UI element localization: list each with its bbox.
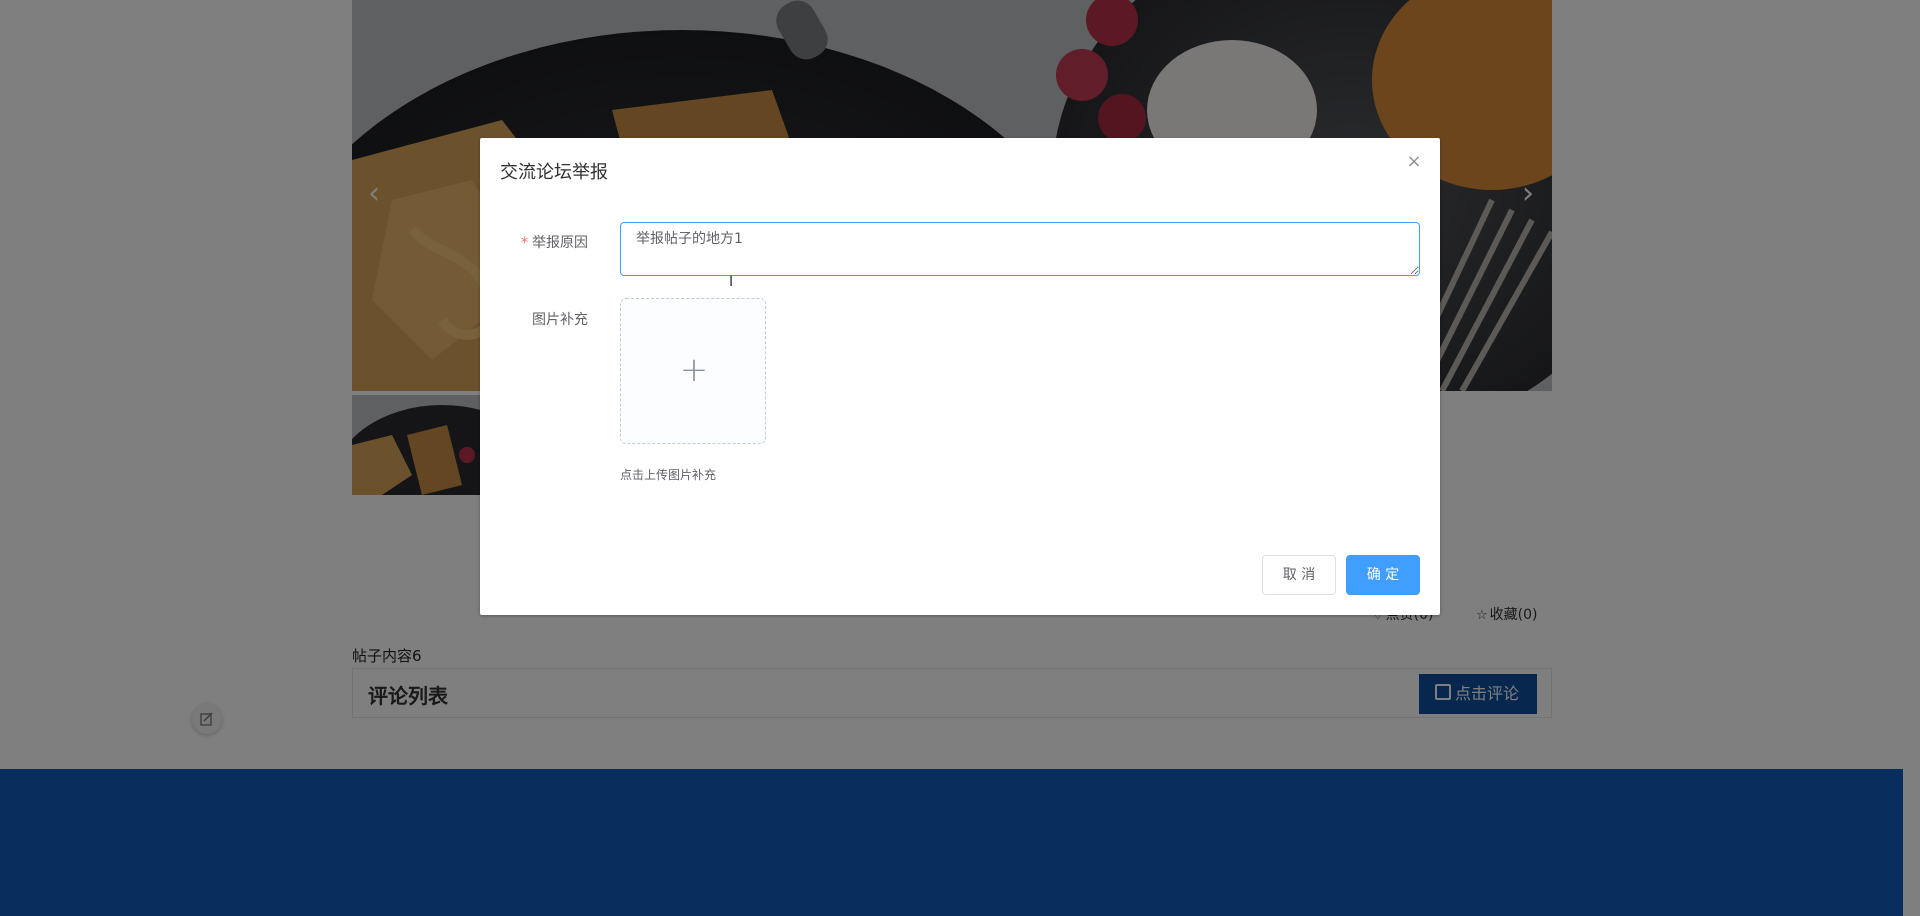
image-label: 图片补充 — [532, 312, 588, 328]
confirm-button[interactable]: 确 定 — [1346, 555, 1420, 595]
cancel-button[interactable]: 取 消 — [1262, 555, 1336, 595]
upload-tip: 点击上传图片补充 — [620, 468, 717, 482]
close-button[interactable]: × — [1406, 151, 1422, 172]
plus-icon: + — [679, 350, 709, 390]
image-upload-box[interactable]: + — [620, 298, 766, 444]
required-marker: * — [521, 235, 528, 251]
report-reason-input[interactable] — [620, 222, 1420, 276]
text-cursor-icon: I — [729, 274, 734, 290]
reason-label: * 举报原因 — [480, 232, 588, 252]
reason-label-text: 举报原因 — [532, 235, 588, 251]
page: ‹ › ♢点赞(0) ☆收藏(0) 帖子内容6 评论列表 点击评论 — [0, 0, 1920, 916]
dialog-title: 交流论坛举报 — [500, 162, 608, 183]
report-dialog: 交流论坛举报 × *举报原因 I 图片补充 + 点击上传图片补充 取 消 确 定 — [480, 138, 1440, 615]
close-icon: × — [1406, 151, 1422, 172]
